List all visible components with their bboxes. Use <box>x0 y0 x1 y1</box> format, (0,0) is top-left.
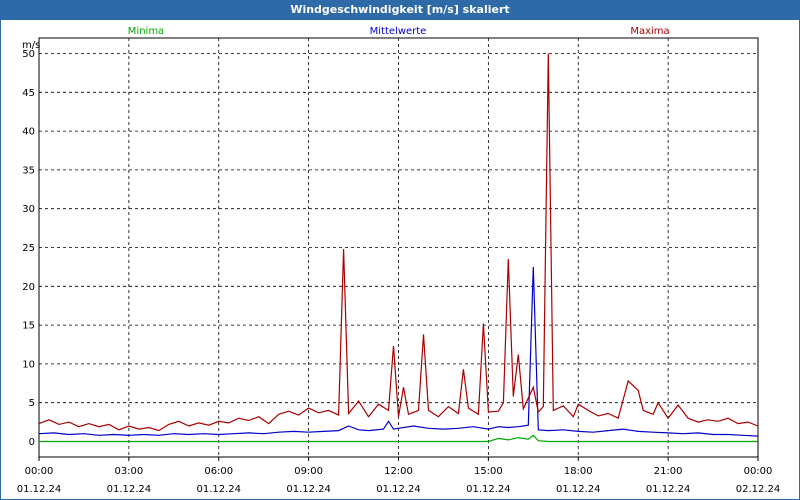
x-tick-date: 01.12.24 <box>646 484 691 495</box>
y-tick-label: 5 <box>29 398 35 409</box>
y-tick-label: 10 <box>22 359 35 370</box>
y-tick-label: 45 <box>22 88 35 99</box>
wind-speed-chart: 05101520253035404550 00:0001.12.2403:000… <box>17 26 781 495</box>
legend-entry-mittelwerte: Mittelwerte <box>370 26 427 37</box>
legend-entry-maxima: Maxima <box>630 26 669 37</box>
x-tick-time: 00:00 <box>25 466 54 477</box>
x-tick-time: 21:00 <box>654 466 683 477</box>
y-tick-label: 20 <box>22 282 35 293</box>
y-tick-label: 15 <box>22 321 35 332</box>
grid-lines <box>39 38 758 457</box>
x-tick-date: 01.12.24 <box>107 484 152 495</box>
y-tick-label: 0 <box>29 437 35 448</box>
y-tick-label: 30 <box>22 204 35 215</box>
x-tick-time: 15:00 <box>474 466 503 477</box>
x-tick-time: 00:00 <box>744 466 773 477</box>
x-tick-time: 18:00 <box>564 466 593 477</box>
x-tick-date: 01.12.24 <box>196 484 241 495</box>
legend-entry-minima: Minima <box>128 26 164 37</box>
x-tick-time: 12:00 <box>384 466 413 477</box>
x-tick-labels: 00:00 01.12.24 03:00 01.12.24 06:00 01.12.24 0… <box>17 466 781 495</box>
x-tick-date: 02.12.24 <box>736 484 781 495</box>
x-tick-date: 01.12.24 <box>17 484 62 495</box>
y-tick-label: 25 <box>22 243 35 254</box>
y-tick-label: 35 <box>22 165 35 176</box>
x-tick-date: 01.12.24 <box>466 484 511 495</box>
legend: Minima Mittelwerte Maxima <box>128 26 670 37</box>
y-tick-labels: 05101520253035404550 <box>22 49 35 448</box>
x-tick-time: 06:00 <box>204 466 233 477</box>
y-axis-unit-label: m/s <box>22 40 40 51</box>
x-tick-date: 01.12.24 <box>376 484 421 495</box>
x-tick-time: 03:00 <box>114 466 143 477</box>
x-tick-time: 09:00 <box>294 466 323 477</box>
x-tick-date: 01.12.24 <box>286 484 331 495</box>
x-tick-date: 01.12.24 <box>556 484 601 495</box>
y-tick-label: 40 <box>22 127 35 138</box>
